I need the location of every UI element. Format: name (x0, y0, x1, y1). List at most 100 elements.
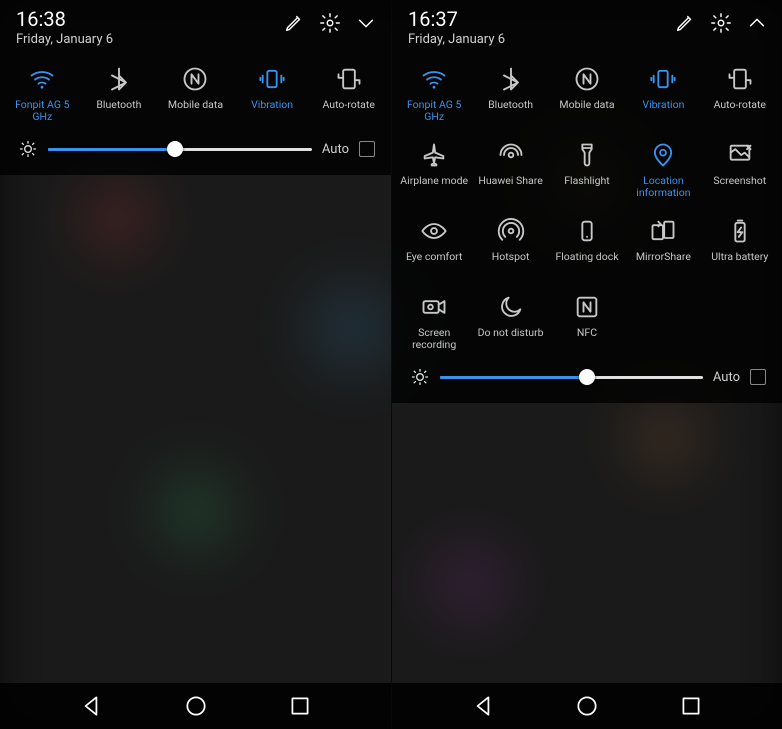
brightness-slider[interactable] (48, 148, 312, 151)
airplane-icon (420, 141, 448, 169)
tile-mobiledata[interactable]: Mobile data (157, 55, 234, 131)
tile-label: Hotspot (490, 251, 532, 275)
vibration-icon (258, 65, 286, 93)
auto-brightness-checkbox[interactable] (750, 369, 766, 385)
bluetooth-icon (497, 65, 525, 93)
notification-shade: 16:38 Friday, January 6 Fonpit AG 5 GHzB… (0, 0, 391, 175)
brightness-icon (18, 139, 38, 159)
tile-label: Vibration (249, 99, 295, 123)
clock-time: 16:38 (16, 8, 283, 30)
tile-label: Airplane mode (398, 175, 470, 199)
mirrorshare-icon (649, 217, 677, 245)
header-text: 16:37 Friday, January 6 (408, 8, 674, 47)
tile-screenrec[interactable]: Screen recording (396, 283, 472, 359)
tile-label: Ultra battery (709, 251, 770, 275)
tile-nfc[interactable]: NFC (549, 283, 625, 359)
wifi-icon (420, 65, 448, 93)
tile-label: Eye comfort (404, 251, 465, 275)
tile-label: Do not disturb (476, 327, 546, 351)
tile-bluetooth[interactable]: Bluetooth (472, 55, 548, 131)
tile-autorotate[interactable]: Auto-rotate (702, 55, 778, 131)
nav-back-button[interactable] (78, 693, 104, 719)
nav-home-button[interactable] (574, 693, 600, 719)
tile-label: Bluetooth (486, 99, 535, 123)
expand-chevron-down-icon[interactable] (355, 12, 377, 34)
auto-brightness-checkbox[interactable] (359, 141, 375, 157)
nav-recent-button[interactable] (678, 693, 704, 719)
tile-label: Fonpit AG 5 GHz (398, 99, 470, 123)
brightness-slider[interactable] (440, 376, 703, 379)
tile-vibration[interactable]: Vibration (234, 55, 311, 131)
shade-spacer (0, 175, 391, 683)
tile-label: Flashlight (562, 175, 612, 199)
autorotate-icon (335, 65, 363, 93)
tile-label: Vibration (640, 99, 686, 123)
shade-header: 16:37 Friday, January 6 (396, 8, 778, 55)
header-actions (283, 8, 377, 34)
auto-brightness-label: Auto (322, 142, 349, 157)
header-actions (674, 8, 768, 34)
tile-ultrabattery[interactable]: Ultra battery (702, 207, 778, 283)
floatingdock-icon (573, 217, 601, 245)
mobiledata-icon (573, 65, 601, 93)
tile-label: Screenshot (711, 175, 768, 199)
tile-label: Floating dock (553, 251, 620, 275)
collapse-chevron-up-icon[interactable] (746, 12, 768, 34)
flashlight-icon (573, 141, 601, 169)
navigation-bar (0, 683, 391, 729)
tile-vibration[interactable]: Vibration (625, 55, 701, 131)
ultrabattery-icon (726, 217, 754, 245)
settings-gear-icon[interactable] (710, 12, 732, 34)
location-icon (649, 141, 677, 169)
autorotate-icon (726, 65, 754, 93)
screenshot-right: 16:37 Friday, January 6 Fonpit AG 5 GHz B… (391, 0, 782, 729)
tile-label: Mobile data (166, 99, 225, 123)
huaweishare-icon (497, 141, 525, 169)
tile-mobiledata[interactable]: Mobile data (549, 55, 625, 131)
tile-flashlight[interactable]: Flashlight (549, 131, 625, 207)
navigation-bar (392, 683, 782, 729)
tile-huaweishare[interactable]: Huawei Share (472, 131, 548, 207)
auto-brightness-label: Auto (713, 370, 740, 385)
tile-dnd[interactable]: Do not disturb (472, 283, 548, 359)
tile-wifi[interactable]: Fonpit AG 5 GHz (396, 55, 472, 131)
edit-icon[interactable] (674, 12, 696, 34)
notification-shade: 16:37 Friday, January 6 Fonpit AG 5 GHz B… (392, 0, 782, 403)
tile-label: Auto-rotate (712, 99, 768, 123)
tile-label: Huawei Share (476, 175, 544, 199)
hotspot-icon (497, 217, 525, 245)
bluetooth-icon (105, 65, 133, 93)
tile-screenshot[interactable]: Screenshot (702, 131, 778, 207)
edit-icon[interactable] (283, 12, 305, 34)
nav-recent-button[interactable] (287, 693, 313, 719)
quick-tiles-grid: Fonpit AG 5 GHz Bluetooth Mobile data Vibra… (396, 55, 778, 359)
tile-wifi[interactable]: Fonpit AG 5 GHz (4, 55, 81, 131)
nav-home-button[interactable] (183, 693, 209, 719)
screenshot-icon (726, 141, 754, 169)
date-label: Friday, January 6 (408, 32, 674, 47)
mobiledata-icon (181, 65, 209, 93)
tile-mirrorshare[interactable]: MirrorShare (625, 207, 701, 283)
tile-autorotate[interactable]: Auto-rotate (310, 55, 387, 131)
brightness-row: Auto (396, 359, 778, 397)
brightness-thumb[interactable] (167, 141, 183, 157)
header-text: 16:38 Friday, January 6 (16, 8, 283, 47)
tile-eyecomfort[interactable]: Eye comfort (396, 207, 472, 283)
dnd-icon (497, 293, 525, 321)
brightness-thumb[interactable] (579, 369, 595, 385)
tile-floatingdock[interactable]: Floating dock (549, 207, 625, 283)
screenrec-icon (420, 293, 448, 321)
clock-time: 16:37 (408, 8, 674, 30)
nav-back-button[interactable] (470, 693, 496, 719)
tile-airplane[interactable]: Airplane mode (396, 131, 472, 207)
vibration-icon (649, 65, 677, 93)
brightness-icon (410, 367, 430, 387)
tile-bluetooth[interactable]: Bluetooth (81, 55, 158, 131)
quick-tiles-row: Fonpit AG 5 GHzBluetooth Mobile data Vibra… (4, 55, 387, 131)
tile-location[interactable]: Location information (625, 131, 701, 207)
tile-label: Location information (627, 175, 699, 199)
shade-spacer (392, 403, 782, 683)
settings-gear-icon[interactable] (319, 12, 341, 34)
shade-header: 16:38 Friday, January 6 (4, 8, 387, 55)
tile-hotspot[interactable]: Hotspot (472, 207, 548, 283)
